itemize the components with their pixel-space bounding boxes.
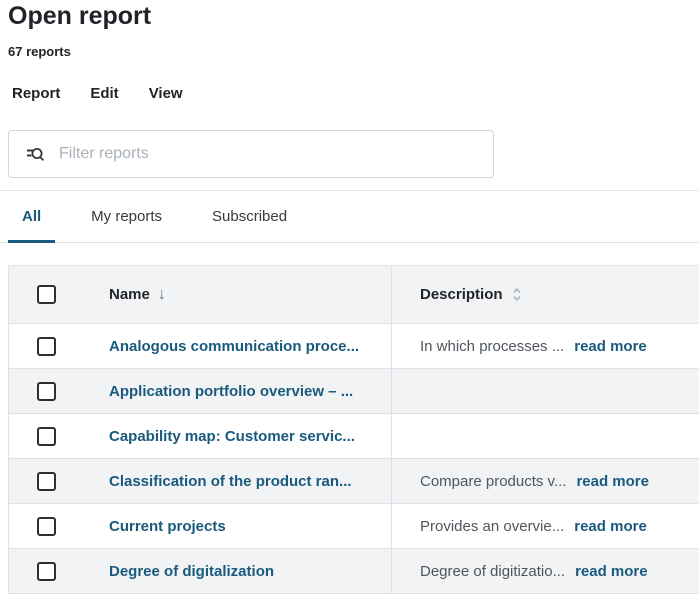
row-checkbox[interactable]: [37, 427, 56, 446]
row-name-cell: Analogous communication proce...: [101, 338, 391, 355]
filter-section: [8, 130, 699, 178]
table-header-row: Name ↓ Description: [9, 266, 699, 324]
select-all-checkbox[interactable]: [37, 285, 56, 304]
row-description-cell: Degree of digitizatio... read more: [391, 549, 699, 593]
row-name-cell: Current projects: [101, 518, 391, 535]
report-name-link[interactable]: Classification of the product ran...: [109, 473, 352, 490]
report-name-link[interactable]: Current projects: [109, 518, 226, 535]
report-description: Compare products v...: [420, 473, 566, 490]
report-name-link[interactable]: Application portfolio overview – ...: [109, 383, 353, 400]
row-checkbox[interactable]: [37, 562, 56, 581]
row-description-cell: Compare products v... read more: [391, 459, 699, 503]
report-description: Provides an overvie...: [420, 518, 564, 535]
tab-subscribed[interactable]: Subscribed: [198, 191, 301, 242]
table-row: Application portfolio overview – ...: [9, 369, 699, 414]
tab-bar: All My reports Subscribed: [0, 191, 699, 243]
row-description-cell: In which processes ... read more: [391, 324, 699, 368]
row-name-cell: Classification of the product ran...: [101, 473, 391, 490]
row-checkbox-cell: [9, 562, 101, 581]
header-name-cell[interactable]: Name ↓: [101, 286, 391, 304]
row-description-cell: [391, 369, 699, 413]
menu-item-edit[interactable]: Edit: [90, 85, 118, 102]
sort-unsorted-icon: [512, 287, 522, 302]
report-name-link[interactable]: Analogous communication proce...: [109, 338, 359, 355]
row-name-cell: Capability map: Customer servic...: [101, 428, 391, 445]
column-header-name: Name: [109, 286, 150, 303]
table-row: Analogous communication proce... In whic…: [9, 324, 699, 369]
tab-all-label: All: [22, 208, 41, 225]
report-name-link[interactable]: Capability map: Customer servic...: [109, 428, 355, 445]
header-description-cell[interactable]: Description: [391, 266, 699, 323]
filter-reports-input[interactable]: [57, 144, 481, 164]
row-checkbox[interactable]: [37, 472, 56, 491]
filter-search-icon: [25, 144, 45, 164]
read-more-link[interactable]: read more: [574, 338, 647, 355]
read-more-link[interactable]: read more: [574, 518, 647, 535]
read-more-link[interactable]: read more: [576, 473, 649, 490]
report-description: In which processes ...: [420, 338, 564, 355]
reports-table: Name ↓ Description Analogous communicati…: [8, 265, 699, 594]
row-description-cell: [391, 414, 699, 458]
tab-subscribed-label: Subscribed: [212, 208, 287, 225]
menu-item-report[interactable]: Report: [12, 85, 60, 102]
page-title: Open report: [8, 2, 699, 30]
row-checkbox[interactable]: [37, 517, 56, 536]
table-row: Classification of the product ran... Com…: [9, 459, 699, 504]
tab-my-reports[interactable]: My reports: [77, 191, 176, 242]
table-body: Analogous communication proce... In whic…: [9, 324, 699, 594]
report-description: Degree of digitizatio...: [420, 563, 565, 580]
report-name-link[interactable]: Degree of digitalization: [109, 563, 274, 580]
table-row: Current projects Provides an overvie... …: [9, 504, 699, 549]
sort-descending-icon: ↓: [158, 286, 166, 304]
header-checkbox-cell: [9, 285, 101, 304]
row-checkbox-cell: [9, 472, 101, 491]
tab-all[interactable]: All: [8, 191, 55, 242]
row-description-cell: Provides an overvie... read more: [391, 504, 699, 548]
table-row: Capability map: Customer servic...: [9, 414, 699, 459]
row-checkbox-cell: [9, 337, 101, 356]
report-count: 67 reports: [8, 44, 699, 59]
menu-item-view[interactable]: View: [149, 85, 183, 102]
read-more-link[interactable]: read more: [575, 563, 648, 580]
filter-box[interactable]: [8, 130, 494, 178]
page-header: Open report 67 reports: [0, 0, 699, 59]
column-header-description: Description: [420, 286, 503, 303]
table-row: Degree of digitalization Degree of digit…: [9, 549, 699, 594]
row-name-cell: Degree of digitalization: [101, 563, 391, 580]
row-checkbox-cell: [9, 517, 101, 536]
row-checkbox-cell: [9, 382, 101, 401]
row-checkbox[interactable]: [37, 337, 56, 356]
menubar: Report Edit View: [12, 85, 699, 102]
row-checkbox[interactable]: [37, 382, 56, 401]
row-checkbox-cell: [9, 427, 101, 446]
row-name-cell: Application portfolio overview – ...: [101, 383, 391, 400]
tab-my-reports-label: My reports: [91, 208, 162, 225]
